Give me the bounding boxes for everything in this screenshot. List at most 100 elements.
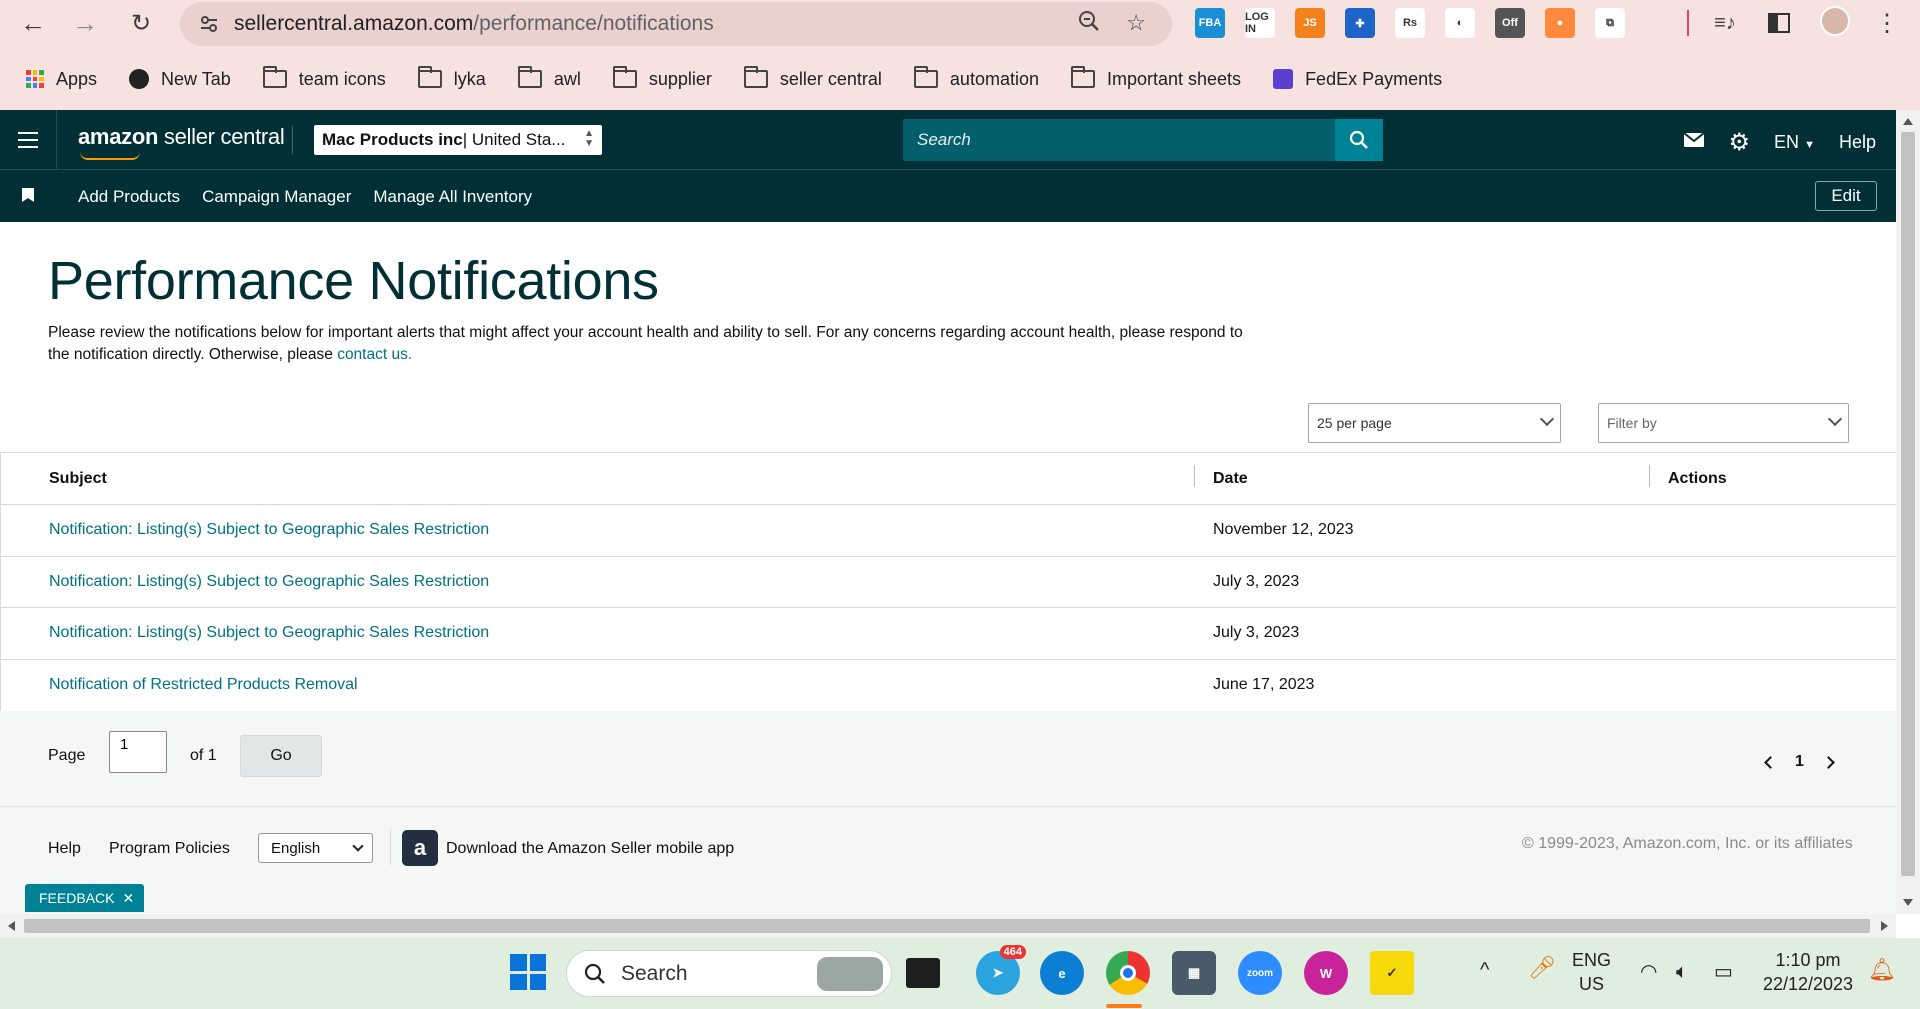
- amazon-app-icon[interactable]: a: [402, 830, 438, 866]
- sticky-notes-icon[interactable]: ✓: [1370, 951, 1414, 995]
- bookmark-supplier[interactable]: supplier: [607, 61, 718, 97]
- reload-icon[interactable]: ↻: [126, 8, 156, 38]
- chevron-right-icon[interactable]: [1822, 755, 1835, 769]
- link-campaign-manager[interactable]: Campaign Manager: [202, 187, 351, 207]
- off-icon[interactable]: Off: [1495, 8, 1525, 38]
- wifi-icon[interactable]: ◠: [1640, 960, 1657, 984]
- login-icon[interactable]: LOG IN: [1245, 8, 1275, 38]
- windows-start-icon[interactable]: [510, 954, 546, 990]
- notification-subject-link[interactable]: Notification: Listing(s) Subject to Geog…: [49, 608, 489, 659]
- search-button[interactable]: [1335, 119, 1383, 161]
- folder-icon: [262, 66, 287, 88]
- bookmark-apps[interactable]: Apps: [20, 61, 103, 97]
- filter-select[interactable]: Filter by: [1598, 403, 1849, 443]
- calculator-icon[interactable]: ▦: [1172, 951, 1216, 995]
- taskbar-search[interactable]: Search: [566, 950, 892, 997]
- battery-icon[interactable]: ▭: [1714, 960, 1733, 984]
- rs-icon[interactable]: Rs: [1395, 8, 1425, 38]
- forward-arrow-icon[interactable]: →: [70, 8, 100, 38]
- microphone-icon[interactable]: 🎤︎: [1528, 956, 1556, 980]
- chevron-left-icon[interactable]: [1764, 755, 1777, 769]
- seller-central-logo[interactable]: amazon seller central: [78, 124, 285, 160]
- keepa-icon[interactable]: ◐: [1445, 8, 1475, 38]
- input-language[interactable]: ENG US: [1572, 948, 1611, 996]
- firefox-like-icon[interactable]: ●: [1545, 8, 1575, 38]
- column-header-date[interactable]: Date: [1213, 453, 1248, 504]
- side-panel-icon[interactable]: [1768, 13, 1790, 33]
- footer-program-policies-link[interactable]: Program Policies: [109, 840, 230, 858]
- js-icon[interactable]: JS: [1295, 8, 1325, 38]
- close-icon[interactable]: ✕: [122, 890, 134, 907]
- bookmark-icon[interactable]: [22, 188, 34, 202]
- link-manage-all-inventory[interactable]: Manage All Inventory: [373, 187, 532, 207]
- edge-icon[interactable]: e: [1040, 951, 1084, 995]
- link-add-products[interactable]: Add Products: [78, 187, 180, 207]
- page-number-input[interactable]: [109, 731, 167, 773]
- bookmark-automation[interactable]: automation: [908, 61, 1045, 97]
- chrome-icon[interactable]: [1106, 951, 1150, 995]
- notification-subject-link[interactable]: Notification: Listing(s) Subject to Geog…: [49, 505, 489, 556]
- puzzle-icon[interactable]: ⧉: [1595, 8, 1625, 38]
- page-footer: Help Program Policies English a Download…: [0, 807, 1896, 914]
- per-page-select[interactable]: 25 per page: [1308, 403, 1561, 443]
- scroll-thumb[interactable]: [24, 919, 1870, 933]
- address-bar[interactable]: sellercentral.amazon.com/performance/not…: [180, 2, 1172, 46]
- bookmark-new-tab[interactable]: New Tab: [123, 61, 237, 97]
- media-control-icon[interactable]: ≡♪: [1710, 8, 1740, 38]
- back-arrow-icon[interactable]: ←: [18, 8, 48, 38]
- more-menu-icon[interactable]: ⋮: [1872, 8, 1902, 38]
- current-page-number[interactable]: 1: [1795, 753, 1804, 771]
- telegram-icon[interactable]: ➤ 464: [976, 945, 1026, 995]
- site-info-icon[interactable]: [194, 9, 224, 39]
- profile-avatar[interactable]: [1820, 6, 1850, 36]
- bookmark-fedex-payments[interactable]: FedEx Payments: [1267, 61, 1448, 97]
- hamburger-menu-icon[interactable]: [18, 132, 38, 153]
- scroll-left-icon[interactable]: [8, 921, 15, 931]
- show-hidden-icons[interactable]: ^: [1480, 958, 1489, 982]
- scroll-thumb[interactable]: [1901, 132, 1915, 876]
- mail-icon[interactable]: [1682, 132, 1705, 153]
- clock[interactable]: 1:10 pm 22/12/2023: [1758, 948, 1858, 996]
- notification-bell-icon[interactable]: 🔔︎: [1868, 958, 1896, 982]
- chevron-down-icon: [352, 840, 364, 852]
- horizontal-scrollbar[interactable]: [0, 914, 1896, 938]
- bookmark-awl[interactable]: awl: [512, 61, 587, 97]
- volume-icon[interactable]: 🔈︎: [1676, 960, 1688, 984]
- search-field[interactable]: [903, 119, 1335, 161]
- notification-subject-link[interactable]: Notification of Restricted Products Remo…: [49, 660, 358, 712]
- bookmark-team-icons[interactable]: team icons: [257, 61, 392, 97]
- footer-divider: [390, 829, 391, 865]
- zoom-app-icon[interactable]: zoom: [1238, 951, 1282, 995]
- language-selector[interactable]: EN ▼: [1774, 132, 1815, 153]
- zoom-icon[interactable]: [1078, 10, 1100, 38]
- vertical-scrollbar[interactable]: [1896, 110, 1920, 914]
- notification-subject-link[interactable]: Notification: Listing(s) Subject to Geog…: [49, 557, 489, 608]
- bookmark-important-sheets[interactable]: Important sheets: [1065, 61, 1247, 97]
- help-link[interactable]: Help: [1839, 132, 1876, 153]
- go-button[interactable]: Go: [240, 735, 322, 777]
- task-view-icon[interactable]: [906, 958, 940, 988]
- helium-icon[interactable]: ✚: [1345, 8, 1375, 38]
- scroll-right-icon[interactable]: [1881, 921, 1888, 931]
- wps-office-icon[interactable]: W: [1304, 951, 1348, 995]
- footer-help-link[interactable]: Help: [48, 840, 81, 858]
- search-input[interactable]: [903, 119, 1335, 161]
- account-switcher[interactable]: Mac Products inc | United Sta... ▲ ▼: [314, 125, 602, 155]
- bookmark-lyka[interactable]: lyka: [412, 61, 492, 97]
- download-app-link[interactable]: Download the Amazon Seller mobile app: [446, 840, 734, 858]
- search-highlight-image: [817, 957, 883, 991]
- feedback-tab[interactable]: FEEDBACK ✕: [25, 884, 145, 912]
- bookmark-seller-central[interactable]: seller central: [738, 61, 888, 97]
- footer-language-select[interactable]: English: [258, 833, 373, 863]
- gear-icon[interactable]: ⚙: [1729, 128, 1751, 157]
- filter-placeholder: Filter by: [1607, 415, 1657, 431]
- fba-icon[interactable]: FBA: [1195, 8, 1225, 38]
- star-bookmark-icon[interactable]: ☆: [1126, 10, 1146, 38]
- bookmarks-bar: Apps New Tab team icons lyka awl supplier sell…: [0, 58, 1920, 100]
- edit-bookmarks-button[interactable]: Edit: [1815, 181, 1877, 211]
- contact-us-link[interactable]: contact us.: [337, 346, 412, 363]
- scroll-down-icon[interactable]: [1903, 899, 1913, 906]
- logo-seller-central: seller central: [158, 124, 285, 149]
- column-header-subject[interactable]: Subject: [49, 453, 107, 504]
- scroll-up-icon[interactable]: [1903, 118, 1913, 125]
